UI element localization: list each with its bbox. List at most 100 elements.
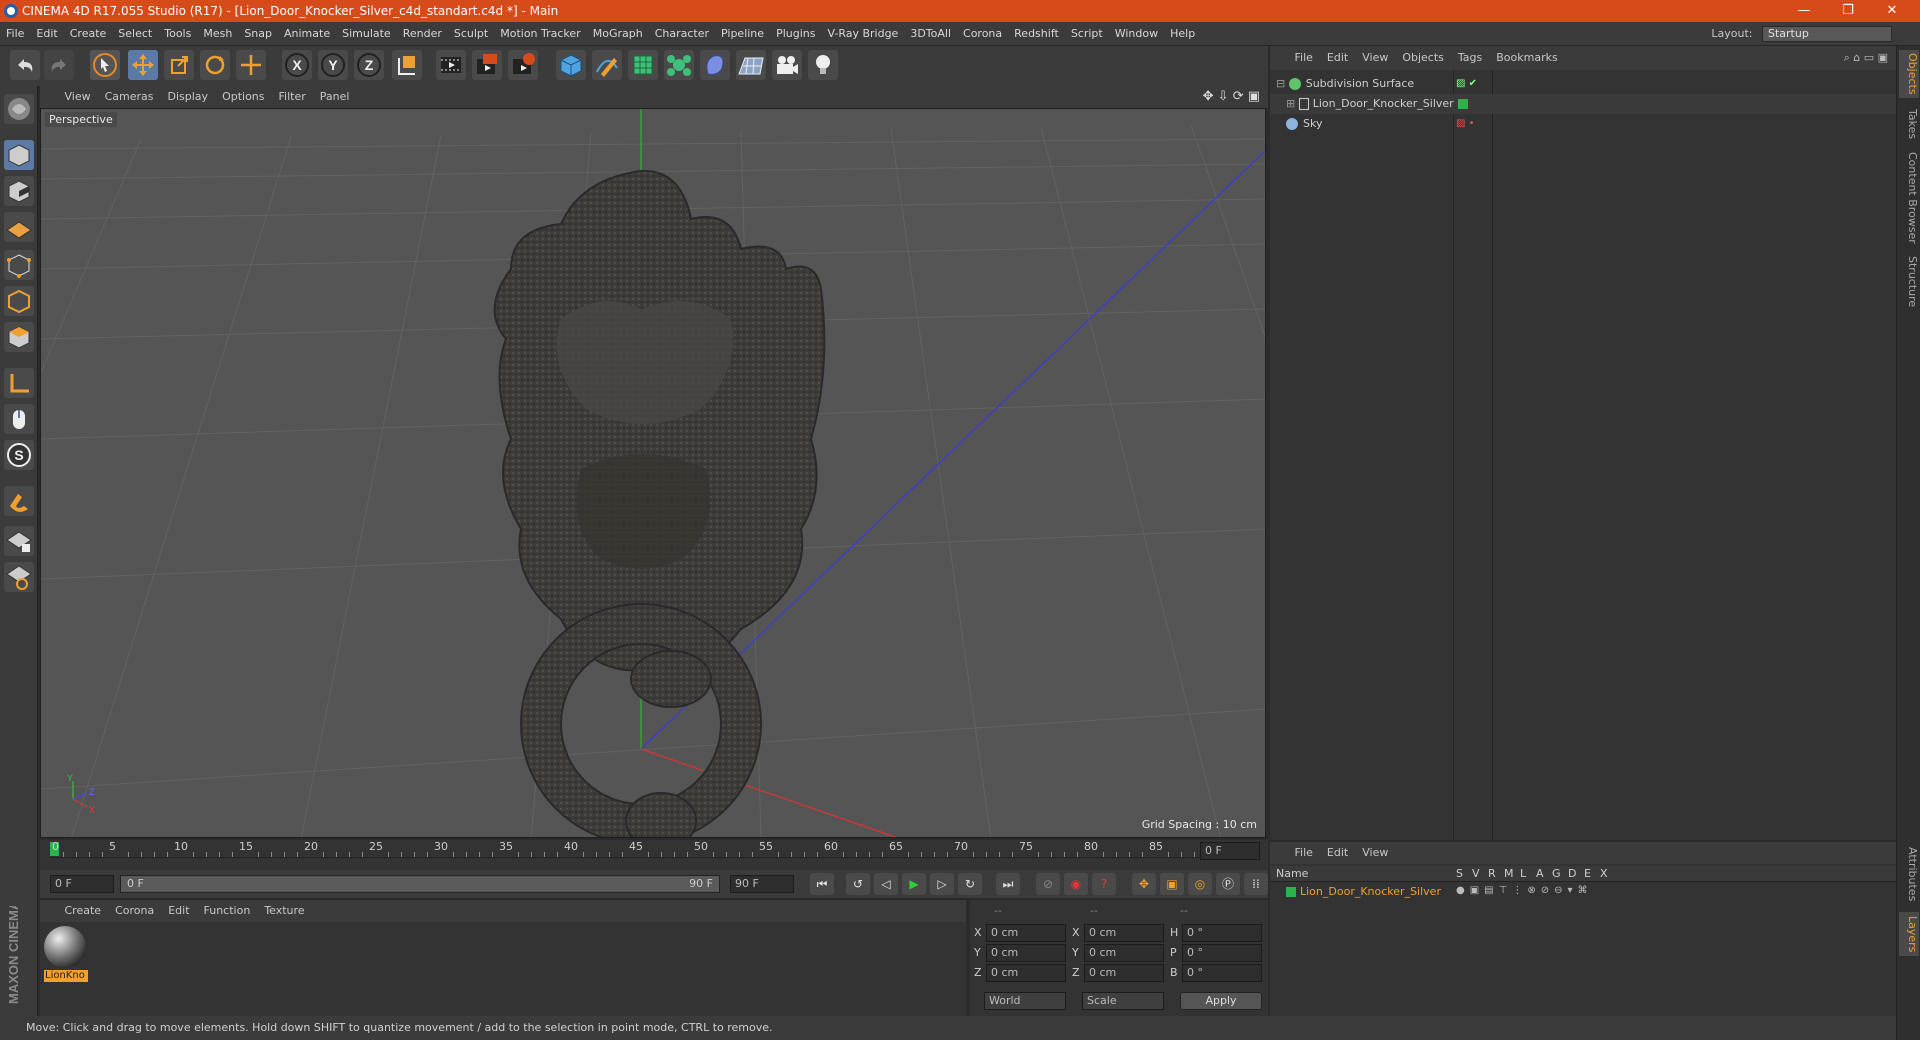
current-frame-field[interactable]: 0 F	[1200, 842, 1260, 860]
subdivision-icon[interactable]	[628, 50, 658, 80]
key-parameter-icon[interactable]: Ⓟ	[1216, 873, 1240, 895]
edit-render-settings-icon[interactable]	[508, 50, 538, 80]
mat-menu-edit[interactable]: Edit	[161, 900, 196, 922]
menu-script[interactable]: Script	[1065, 22, 1109, 46]
om-menu-file[interactable]: File	[1288, 46, 1320, 70]
previous-key-icon[interactable]: ↺	[846, 873, 870, 895]
layer-menu-file[interactable]: File	[1288, 842, 1320, 864]
key-pla-icon[interactable]: ⁞⁞	[1244, 873, 1268, 895]
transform-icon[interactable]	[236, 50, 266, 80]
menu-snap[interactable]: Snap	[238, 22, 278, 46]
tab-objects[interactable]: Objects	[1899, 50, 1919, 98]
coordinate-mode-select[interactable]: World	[984, 992, 1066, 1010]
locked-workplane-icon[interactable]	[4, 562, 34, 592]
menu-render[interactable]: Render	[397, 22, 448, 46]
y-axis-icon[interactable]: Y	[318, 50, 348, 80]
om-menu-objects[interactable]: Objects	[1395, 46, 1451, 70]
redo-icon[interactable]	[44, 50, 74, 80]
mat-menu-texture[interactable]: Texture	[257, 900, 311, 922]
om-menu-edit[interactable]: Edit	[1320, 46, 1355, 70]
menu-animate[interactable]: Animate	[278, 22, 336, 46]
menu-character[interactable]: Character	[649, 22, 715, 46]
om-search-icon[interactable]: ⌕ ⌂ ▭ ▣	[1844, 46, 1888, 70]
menu-edit[interactable]: Edit	[30, 22, 63, 46]
size-mode-select[interactable]: Scale	[1082, 992, 1164, 1010]
previous-frame-icon[interactable]: ◁	[874, 873, 898, 895]
menu-window[interactable]: Window	[1109, 22, 1164, 46]
size-z-field[interactable]: 0 cm	[1084, 964, 1164, 982]
om-menu-bookmarks[interactable]: Bookmarks	[1489, 46, 1564, 70]
render-picture-viewer-icon[interactable]	[472, 50, 502, 80]
rotation-b-field[interactable]: 0 °	[1182, 964, 1262, 982]
mat-menu-function[interactable]: Function	[197, 900, 258, 922]
material-swatch[interactable]: LionKno	[44, 926, 88, 986]
edges-mode-icon[interactable]	[4, 286, 34, 316]
layer-menu-edit[interactable]: Edit	[1320, 842, 1355, 864]
next-key-icon[interactable]: ↻	[958, 873, 982, 895]
tab-layers[interactable]: Layers	[1899, 912, 1919, 956]
layout-select[interactable]: Startup	[1762, 26, 1892, 42]
mat-menu-create[interactable]: Create	[58, 900, 109, 922]
texture-mode-icon[interactable]	[4, 176, 34, 206]
light-icon[interactable]	[808, 50, 838, 80]
axis-mode-icon[interactable]	[4, 368, 34, 398]
layer-flags-icon[interactable]: ●▣▤⊤⋮⊗⊘⊖▾⌘	[1456, 885, 1593, 896]
tab-attributes[interactable]: Attributes	[1899, 842, 1919, 906]
move-icon[interactable]	[128, 50, 158, 80]
close-button[interactable]: ✕	[1870, 0, 1914, 22]
rotate-icon[interactable]	[200, 50, 230, 80]
om-menu-view[interactable]: View	[1355, 46, 1395, 70]
auto-keying-icon[interactable]: ◉	[1064, 873, 1088, 895]
mograph-cloner-icon[interactable]	[664, 50, 694, 80]
tab-structure[interactable]: Structure	[1899, 252, 1919, 312]
object-visibility-icon[interactable]: ▨ •	[1456, 114, 1475, 134]
menu-simulate[interactable]: Simulate	[336, 22, 397, 46]
scale-icon[interactable]	[164, 50, 194, 80]
go-to-end-icon[interactable]: ⏭	[996, 873, 1020, 895]
next-frame-icon[interactable]: ▷	[930, 873, 954, 895]
object-row-sky[interactable]: Sky ▨ •	[1270, 114, 1896, 134]
apply-button[interactable]: Apply	[1180, 992, 1262, 1010]
position-z-field[interactable]: 0 cm	[986, 964, 1066, 982]
record-keys-icon[interactable]: ⊘	[1036, 873, 1060, 895]
render-view-icon[interactable]	[436, 50, 466, 80]
go-to-start-icon[interactable]: ⏮	[810, 873, 834, 895]
start-frame-field[interactable]: 0 F	[50, 875, 114, 893]
key-rotation-icon[interactable]: ◎	[1188, 873, 1212, 895]
polygons-mode-icon[interactable]	[4, 322, 34, 352]
menu-mograph[interactable]: MoGraph	[587, 22, 649, 46]
layer-row[interactable]: Lion_Door_Knocker_Silver ●▣▤⊤⋮⊗⊘⊖▾⌘	[1270, 884, 1896, 900]
menu-select[interactable]: Select	[112, 22, 158, 46]
workplane-icon[interactable]	[4, 212, 34, 242]
vp-menu-panel[interactable]: Panel	[313, 86, 357, 108]
key-scale-icon[interactable]: ▣	[1160, 873, 1184, 895]
workplane-lock-icon[interactable]	[4, 526, 34, 556]
z-axis-icon[interactable]: Z	[354, 50, 384, 80]
mat-menu-corona[interactable]: Corona	[108, 900, 161, 922]
menu-file[interactable]: File	[0, 22, 30, 46]
frame-range-slider[interactable]: 0 F 90 F	[120, 875, 720, 893]
3d-viewport[interactable]: Y Z X Perspective Grid Spacing : 10 cm	[40, 108, 1266, 838]
menu-corona[interactable]: Corona	[957, 22, 1008, 46]
minimize-button[interactable]: —	[1782, 0, 1826, 22]
vp-menu-view[interactable]: View	[58, 86, 98, 108]
coordinate-system-icon[interactable]	[392, 50, 422, 80]
timeline-ruler[interactable]: 051015202530354045505560657075808590 0 F	[40, 840, 1268, 870]
menu-motion-tracker[interactable]: Motion Tracker	[494, 22, 586, 46]
menu-create[interactable]: Create	[64, 22, 113, 46]
camera-icon[interactable]	[772, 50, 802, 80]
make-editable-icon[interactable]	[4, 94, 34, 124]
object-row-lion-door-knocker[interactable]: ⊞ Lion_Door_Knocker_Silver	[1270, 94, 1896, 114]
object-visibility-icon[interactable]: ▨ ✔	[1456, 74, 1477, 94]
play-icon[interactable]: ▶	[902, 873, 926, 895]
menu-pipeline[interactable]: Pipeline	[715, 22, 770, 46]
object-row-subdivision-surface[interactable]: ⊟ Subdivision Surface ▨ ✔	[1270, 74, 1896, 94]
menu-help[interactable]: Help	[1164, 22, 1201, 46]
keyframe-selection-icon[interactable]: ?	[1092, 873, 1116, 895]
vp-menu-cameras[interactable]: Cameras	[98, 86, 161, 108]
vp-menu-filter[interactable]: Filter	[272, 86, 313, 108]
menu-tools[interactable]: Tools	[158, 22, 197, 46]
vp-menu-options[interactable]: Options	[215, 86, 271, 108]
viewport-nav-icons[interactable]: ✥ ⇩ ⟳ ▣	[1203, 89, 1260, 104]
menu-plugins[interactable]: Plugins	[770, 22, 821, 46]
